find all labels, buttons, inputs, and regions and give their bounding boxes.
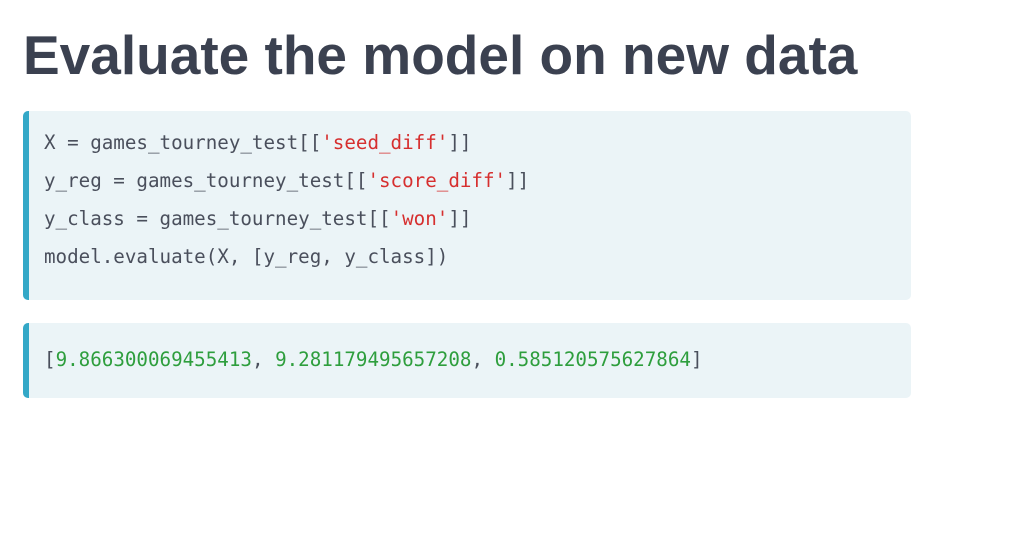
code-string: 'seed_diff' (321, 131, 449, 154)
code-text: model.evaluate(X, [y_reg, y_class]) (44, 245, 449, 268)
code-line-3: y_class = games_tourney_test[['won']] (44, 200, 529, 238)
output-bracket-open: [ (44, 348, 56, 371)
code-line-2: y_reg = games_tourney_test[['score_diff'… (44, 162, 529, 200)
code-text: ]] (448, 207, 472, 230)
code-input: X = games_tourney_test[['seed_diff']] y_r… (44, 124, 529, 276)
output-value: 9.866300069455413 (55, 348, 252, 371)
code-text: ]] (448, 131, 472, 154)
output-separator: , (471, 348, 495, 371)
code-line-1: X = games_tourney_test[['seed_diff']] (44, 124, 529, 162)
code-output: [9.866300069455413, 9.281179495657208, 0… (44, 341, 703, 379)
output-bracket-close: ] (690, 348, 703, 371)
code-text: y_reg = games_tourney_test[[ (44, 169, 368, 192)
code-output-block: [9.866300069455413, 9.281179495657208, 0… (23, 323, 911, 398)
output-value: 9.281179495657208 (275, 348, 472, 371)
code-line-4: model.evaluate(X, [y_reg, y_class]) (44, 238, 529, 276)
code-string: 'score_diff' (367, 169, 507, 192)
output-line: [9.866300069455413, 9.281179495657208, 0… (44, 341, 703, 379)
code-input-block: X = games_tourney_test[['seed_diff']] y_r… (23, 111, 911, 300)
output-separator: , (251, 348, 276, 371)
output-value: 0.585120575627864 (494, 348, 691, 371)
slide: Evaluate the model on new data X = games… (0, 0, 1010, 534)
code-string: 'won' (390, 207, 449, 230)
slide-title: Evaluate the model on new data (23, 24, 858, 86)
code-text: X = games_tourney_test[[ (44, 131, 322, 154)
code-text: y_class = games_tourney_test[[ (44, 207, 391, 230)
code-text: ]] (506, 169, 530, 192)
